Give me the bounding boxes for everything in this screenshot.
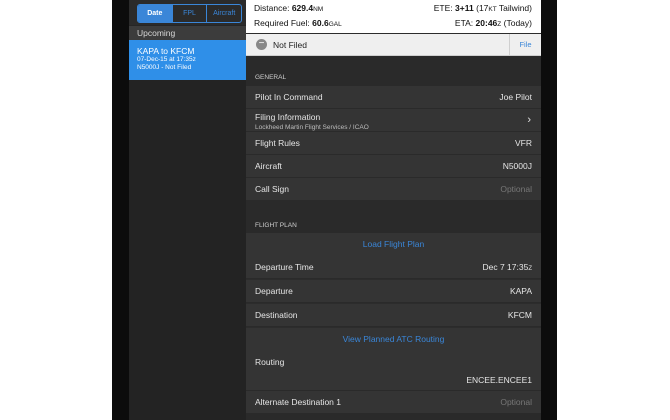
row-value: KFCM (507, 310, 532, 320)
filing-provider: Lockheed Martin Flight Services / ICAO (255, 124, 369, 131)
general-section-header: GENERAL (246, 56, 541, 86)
row-label: Flight Rules (255, 138, 300, 148)
fuel-readout: Required Fuel: 60.6GAL (254, 18, 342, 28)
filing-status-text: Not Filed (273, 40, 308, 50)
ete-readout: ETE: 3+11 (17KT Tailwind) (434, 3, 532, 13)
sidebar: Date FPL Aircraft Upcoming KAPA to KFCM … (129, 0, 247, 420)
distance-label: Distance: (254, 3, 290, 13)
ete-wind-unit: KT (488, 6, 497, 13)
row-value: VFR (515, 138, 532, 148)
distance-readout: Distance: 629.4NM (254, 3, 323, 13)
eta-readout: ETA: 20:46Z (Today) (455, 18, 532, 28)
row-label: Call Sign (255, 184, 290, 194)
destination-row[interactable]: Destination KFCM (246, 304, 541, 327)
departure-time-zulu: Z (528, 266, 532, 272)
fuel-unit: GAL (328, 21, 342, 28)
eta-label: ETA: (454, 18, 474, 28)
flight-route: KAPA to KFCM (137, 46, 195, 56)
filing-status-bar: − Not Filed File (246, 34, 541, 56)
row-label: Routing (255, 357, 285, 367)
chevron-right-icon: › (527, 114, 531, 126)
flight-summary: Distance: 629.4NM ETE: 3+11 (17KT Tailwi… (246, 0, 541, 33)
routing-row[interactable]: Routing ENCEE.ENCEE1 (246, 351, 541, 391)
sidebar-empty-area (129, 80, 247, 420)
pilot-in-command-row[interactable]: Pilot In Command Joe Pilot (246, 86, 541, 109)
departure-time-value-wrap: Dec 7 17:35Z (482, 262, 532, 272)
flight-list-item[interactable]: KAPA to KFCM 07-Dec-15 at 17:35z N5000J … (129, 40, 246, 80)
departure-time-row[interactable]: Departure Time Dec 7 17:35Z (246, 256, 541, 279)
eta-value: 20:46 (475, 18, 498, 28)
minus-circle-icon: − (256, 39, 267, 50)
alternate-destination-row[interactable]: Alternate Destination 1 Optional (246, 391, 541, 414)
routing-value: ENCEE.ENCEE1 (466, 375, 532, 385)
ete-value: 3+11 (455, 3, 474, 13)
upcoming-section-header: Upcoming (129, 26, 246, 40)
fuel-label: Required Fuel: (254, 18, 310, 28)
ete-wind-open: (17 (476, 3, 489, 13)
sort-segmented-control: Date FPL Aircraft (137, 4, 242, 23)
row-label: Pilot In Command (255, 92, 323, 102)
flight-datetime: 07-Dec-15 at 17:35z (137, 56, 196, 63)
fuel-value: 60.6 (312, 18, 329, 28)
eta-note: (Today) (501, 18, 532, 28)
file-button[interactable]: File (509, 34, 541, 55)
row-label: Alternate Destination 1 (255, 397, 341, 407)
row-value: KAPA (509, 286, 532, 296)
flight-rules-row[interactable]: Flight Rules VFR (246, 132, 541, 155)
call-sign-row[interactable]: Call Sign Optional (246, 178, 541, 201)
departure-row[interactable]: Departure KAPA (246, 280, 541, 303)
flight-status-line: N5000J - Not Filed (137, 64, 192, 71)
ete-label: ETE: (433, 3, 453, 13)
row-label: Filing Information (255, 112, 321, 122)
app-screen: Date FPL Aircraft Upcoming KAPA to KFCM … (129, 0, 541, 420)
aircraft-row[interactable]: Aircraft N5000J (246, 155, 541, 178)
bottom-divider (246, 413, 541, 420)
distance-value: 629.4 (291, 3, 314, 13)
segment-date[interactable]: Date (138, 5, 172, 22)
segment-fpl[interactable]: FPL (171, 5, 207, 22)
alternate-destination-field[interactable]: Optional (500, 397, 532, 407)
flight-plan-detail: Distance: 629.4NM ETE: 3+11 (17KT Tailwi… (246, 0, 541, 420)
row-value: N5000J (502, 161, 532, 171)
distance-unit: NM (313, 6, 324, 13)
load-flight-plan-link[interactable]: Load Flight Plan (246, 233, 541, 257)
row-label: Aircraft (255, 161, 282, 171)
filing-information-row[interactable]: Filing Information Lockheed Martin Fligh… (246, 109, 541, 132)
ete-wind-text: Tailwind) (496, 3, 532, 13)
segment-aircraft[interactable]: Aircraft (206, 5, 241, 22)
call-sign-field[interactable]: Optional (500, 184, 532, 194)
flight-plan-section-header: FLIGHT PLAN (246, 201, 541, 233)
view-atc-routing-link[interactable]: View Planned ATC Routing (246, 328, 541, 352)
row-value: Joe Pilot (499, 92, 532, 102)
departure-time-value: Dec 7 17:35 (482, 262, 529, 272)
row-label: Destination (255, 310, 298, 320)
row-label: Departure Time (255, 262, 314, 272)
row-label: Departure (255, 286, 293, 296)
